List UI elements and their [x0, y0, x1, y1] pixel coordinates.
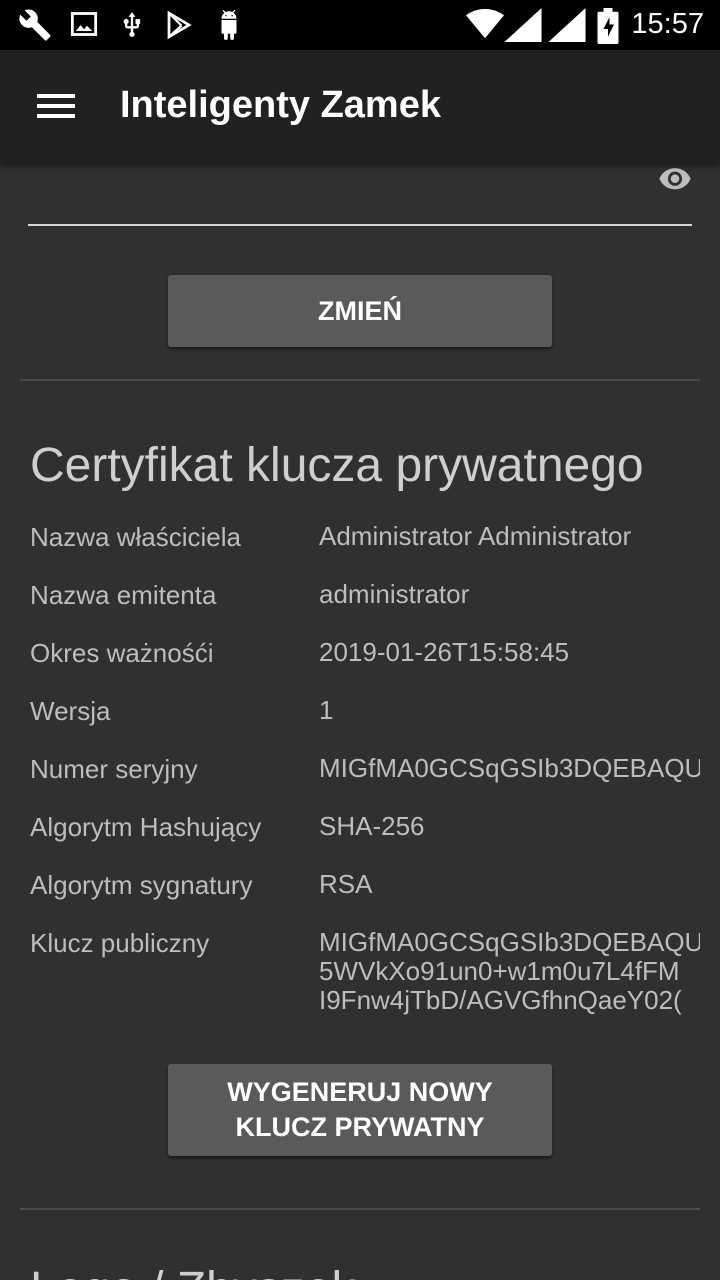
generate-new-key-button[interactable]: WYGENERUJ NOWY KLUCZ PRYWATNY: [168, 1064, 552, 1156]
hash-algorithm-label: Algorytm Hashujący: [30, 812, 262, 842]
eye-icon[interactable]: [658, 164, 692, 192]
status-bar: 15:57: [0, 0, 720, 50]
change-button[interactable]: ZMIEŃ: [168, 275, 552, 347]
play-store-icon: [167, 10, 192, 40]
version-value: 1: [319, 696, 334, 725]
public-key-value: MIGfMA0GCSqGSIb3DQEBAQU 5WVkXo91un0+w1m0…: [319, 928, 700, 1015]
validity-value: 2019-01-26T15:58:45: [319, 638, 570, 667]
usb-icon: [123, 12, 141, 37]
public-key-line: 5WVkXo91un0+w1m0u7L4fFM: [319, 956, 680, 986]
password-field-underline[interactable]: [28, 224, 692, 226]
public-key-label: Klucz publiczny: [30, 928, 210, 958]
serial-number-value: MIGfMA0GCSqGSIb3DQEBAQU: [319, 754, 700, 783]
android-icon: [221, 10, 237, 40]
owner-name-value: Administrator Administrator: [319, 522, 632, 551]
scroll-content[interactable]: ZMIEŃ Certyfikat klucza prywatnego Nazwa…: [0, 162, 720, 1280]
menu-icon[interactable]: [26, 76, 86, 136]
wifi-icon: [466, 8, 504, 39]
issuer-name-label: Nazwa emitenta: [30, 580, 217, 610]
signature-algorithm-value: RSA: [319, 870, 373, 899]
app-bar: Inteligenty Zamek: [0, 50, 720, 162]
next-section-title: Logo / Zbyszek: [30, 1262, 356, 1280]
battery-charging-icon: [597, 8, 619, 44]
status-time: 15:57: [631, 8, 704, 40]
signature-algorithm-label: Algorytm sygnatury: [30, 870, 253, 900]
signal-icon: [548, 8, 586, 42]
certificate-title: Certyfikat klucza prywatnego: [30, 439, 644, 492]
hash-algorithm-value: SHA-256: [319, 812, 425, 841]
signal-icon: [504, 8, 542, 42]
divider: [20, 379, 700, 381]
app-title: Inteligenty Zamek: [120, 84, 441, 126]
validity-label: Okres ważnośći: [30, 638, 214, 668]
generate-button-line: WYGENERUJ NOWY: [227, 1077, 493, 1107]
image-icon: [70, 12, 98, 36]
public-key-line: MIGfMA0GCSqGSIb3DQEBAQU: [319, 928, 700, 957]
serial-number-label: Numer seryjny: [30, 754, 198, 784]
divider: [20, 1208, 700, 1210]
version-label: Wersja: [30, 696, 111, 726]
wrench-icon: [19, 9, 51, 41]
generate-button-line: KLUCZ PRYWATNY: [235, 1112, 485, 1142]
public-key-line: I9Fnw4jTbD/AGVGfhnQaeY02(: [319, 985, 682, 1015]
owner-name-label: Nazwa właściciela: [30, 522, 241, 552]
issuer-name-value: administrator: [319, 580, 470, 609]
